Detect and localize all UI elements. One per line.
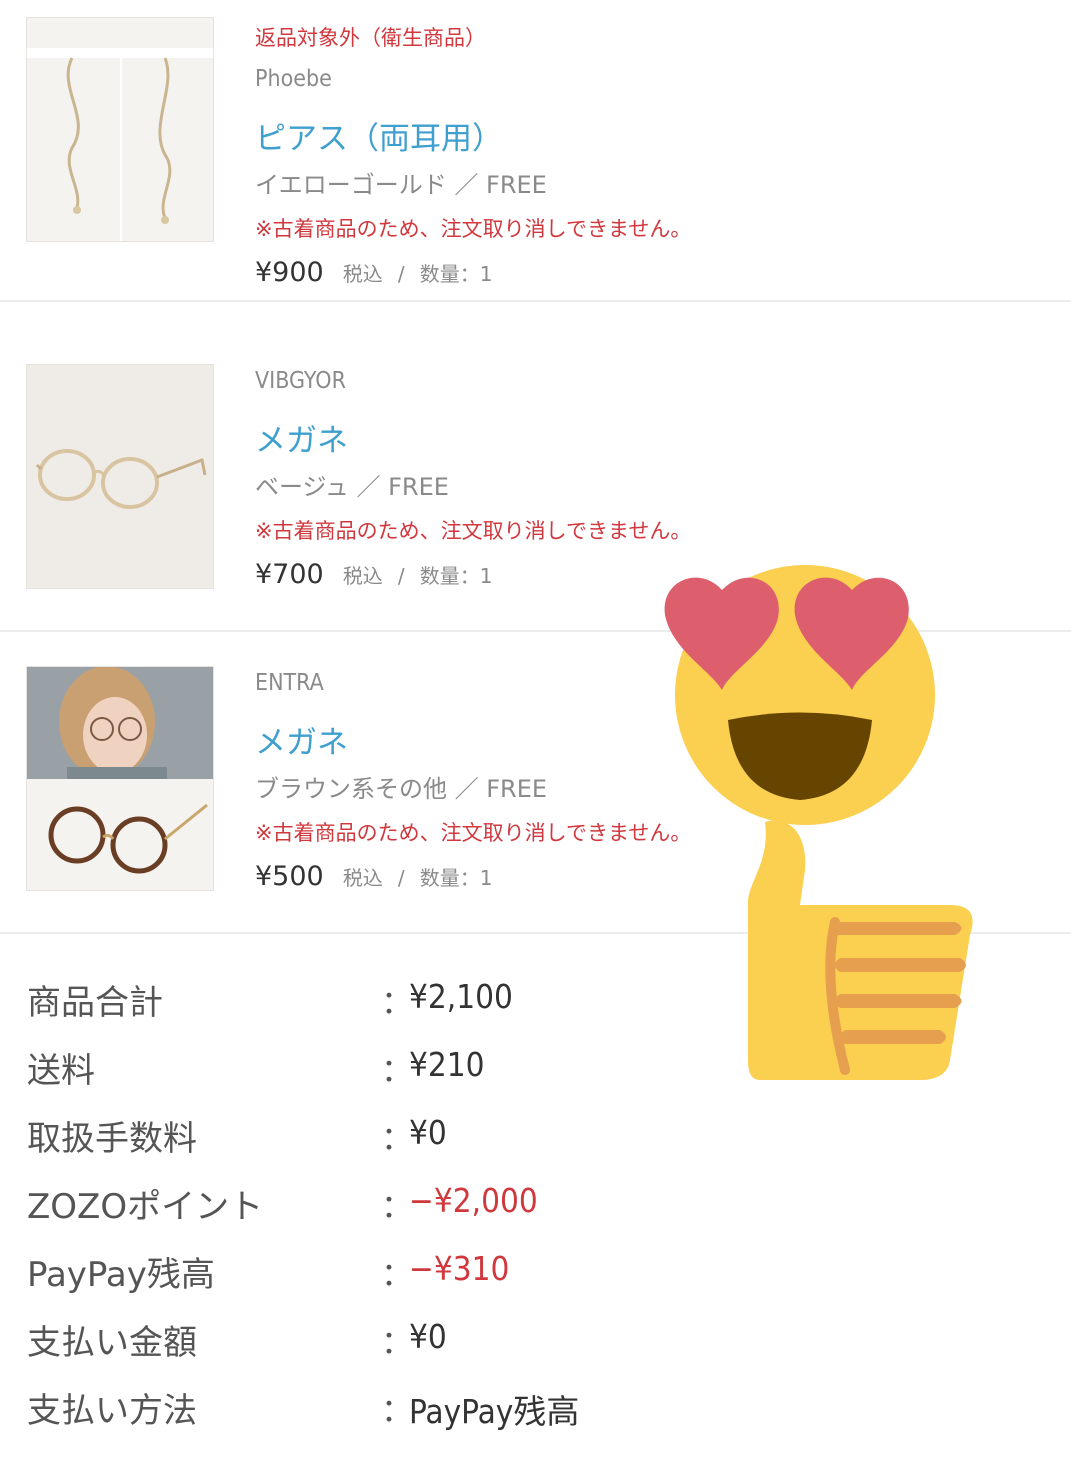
product-variant: ベージュ ／ FREE	[255, 473, 449, 501]
summary-value: ¥0	[409, 1317, 447, 1356]
product-variant: イエローゴールド ／ FREE	[255, 171, 547, 199]
return-note: 返品対象外（衛生商品）	[255, 26, 486, 50]
separator: /	[397, 564, 405, 588]
summary-label: 送料	[27, 1051, 95, 1091]
summary-row-payment-method: 支払い方法 ： PayPay残高	[27, 1383, 1027, 1443]
product-name-link[interactable]: メガネ	[255, 717, 348, 762]
tax-label: 税込	[342, 866, 383, 890]
price-line: ¥900 税込 / 数量：1	[255, 257, 492, 288]
summary-row-paypay-balance: PayPay残高 ： −¥310	[27, 1247, 1027, 1307]
brand-name[interactable]: ENTRA	[255, 670, 324, 696]
price-line: ¥700 税込 / 数量：1	[255, 559, 492, 590]
order-item: 返品対象外（衛生商品） Phoebe ピアス（両耳用） イエローゴールド ／ F…	[0, 0, 1071, 302]
quantity: 数量：1	[419, 564, 493, 588]
summary-value: ¥210	[409, 1045, 485, 1084]
cancel-warning: ※古着商品のため、注文取り消しできません。	[255, 821, 692, 845]
summary-row-handling-fee: 取扱手数料 ： ¥0	[27, 1111, 1027, 1171]
quantity: 数量：1	[419, 262, 493, 286]
summary-row-payment-amount: 支払い金額 ： ¥0	[27, 1315, 1027, 1375]
price: ¥700	[255, 559, 324, 590]
brand-name[interactable]: Phoebe	[255, 66, 332, 92]
summary-value: ¥0	[409, 1113, 447, 1152]
separator: /	[397, 866, 405, 890]
tax-label: 税込	[342, 262, 383, 286]
summary-value: ¥2,100	[409, 977, 513, 1016]
product-image-glasses[interactable]	[26, 364, 214, 589]
cancel-warning: ※古着商品のため、注文取り消しできません。	[255, 217, 692, 241]
separator: /	[397, 262, 405, 286]
product-image-glasses-model[interactable]	[26, 666, 214, 891]
summary-row-zozo-points: ZOZOポイント ： −¥2,000	[27, 1179, 1027, 1239]
thumbs-up-emoji	[748, 820, 973, 1080]
price: ¥500	[255, 861, 324, 892]
product-name-link[interactable]: ピアス（両耳用）	[255, 113, 503, 158]
product-variant: ブラウン系その他 ／ FREE	[255, 775, 548, 803]
product-name-link[interactable]: メガネ	[255, 415, 348, 460]
brand-name[interactable]: VIBGYOR	[255, 368, 346, 394]
summary-value: −¥310	[409, 1249, 510, 1288]
summary-value: −¥2,000	[409, 1181, 538, 1220]
tax-label: 税込	[342, 564, 383, 588]
summary-label: 商品合計	[27, 983, 163, 1023]
product-image-earrings[interactable]	[26, 17, 214, 242]
summary-label: 取扱手数料	[27, 1119, 197, 1159]
summary-label: PayPay残高	[27, 1255, 215, 1295]
summary-label: 支払い方法	[27, 1391, 197, 1431]
cancel-warning: ※古着商品のため、注文取り消しできません。	[255, 519, 692, 543]
heart-eyes-emoji	[664, 565, 973, 1080]
summary-value: PayPay残高	[409, 1392, 580, 1431]
summary-label: ZOZOポイント	[27, 1187, 264, 1227]
price: ¥900	[255, 257, 324, 288]
price-line: ¥500 税込 / 数量：1	[255, 861, 492, 892]
summary-label: 支払い金額	[27, 1323, 197, 1363]
quantity: 数量：1	[419, 866, 493, 890]
